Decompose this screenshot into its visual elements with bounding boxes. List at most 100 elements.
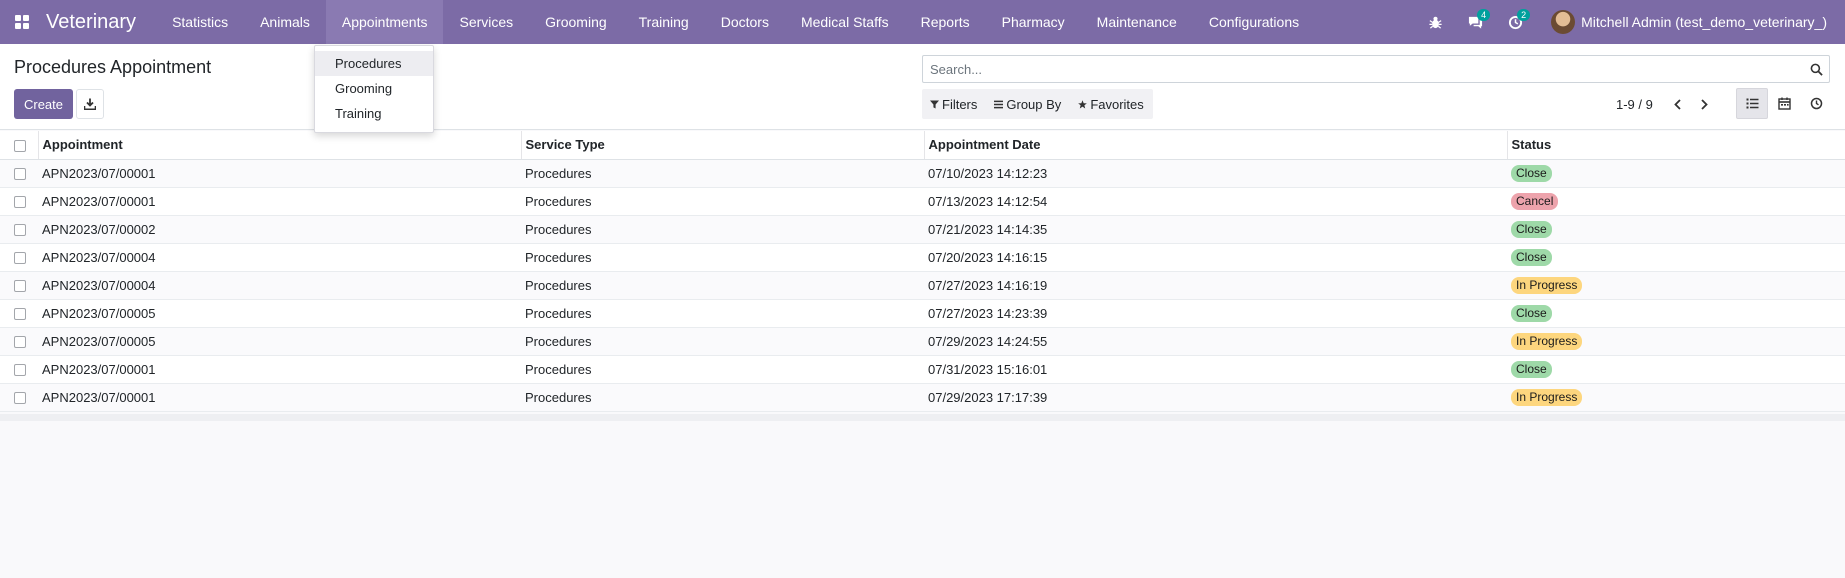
bars-icon: [994, 100, 1004, 108]
cell-appointment: APN2023/07/00004: [38, 271, 521, 300]
cell-status: Cancel: [1507, 187, 1845, 216]
bug-icon[interactable]: [1415, 0, 1455, 44]
row-select-cell: [0, 159, 38, 188]
row-checkbox[interactable]: [14, 392, 26, 405]
dropdown-item-grooming[interactable]: Grooming: [315, 76, 433, 101]
search-icon[interactable]: [1803, 56, 1829, 82]
row-checkbox[interactable]: [14, 364, 26, 377]
list-view-button[interactable]: [1736, 88, 1768, 119]
cell-appointment: APN2023/07/00001: [38, 159, 521, 188]
row-checkbox[interactable]: [14, 168, 26, 181]
clock-icon: [1810, 97, 1822, 110]
activities-count-badge: 2: [1517, 9, 1531, 21]
table-row[interactable]: APN2023/07/00001 Procedures 07/29/2023 17:…: [0, 383, 1845, 412]
systray: 4 2 Mitchell Admin (test_demo_veterinary…: [1415, 0, 1845, 44]
table-row[interactable]: APN2023/07/00005 Procedures 07/29/2023 14:…: [0, 327, 1845, 356]
row-select-cell: [0, 243, 38, 272]
cell-service-type: Procedures: [521, 355, 924, 384]
menu-item-maintenance[interactable]: Maintenance: [1081, 0, 1193, 44]
table-header-row: Appointment Service Type Appointment Dat…: [0, 131, 1845, 160]
menu-item-training[interactable]: Training: [623, 0, 705, 44]
menu-item-statistics[interactable]: Statistics: [156, 0, 244, 44]
menu-item-appointments[interactable]: Appointments: [325, 0, 444, 44]
cell-appointment: APN2023/07/00005: [38, 327, 521, 356]
create-button[interactable]: Create: [14, 89, 73, 119]
row-select-cell: [0, 383, 38, 412]
cell-service-type: Procedures: [521, 187, 924, 216]
status-badge: Close: [1511, 360, 1552, 378]
dropdown-item-training[interactable]: Training: [315, 101, 433, 126]
cell-status: In Progress: [1507, 327, 1845, 356]
cell-appointment-date: 07/27/2023 14:23:39: [924, 299, 1507, 328]
status-badge: Close: [1511, 164, 1552, 182]
star-icon: [1078, 99, 1088, 108]
select-all-checkbox[interactable]: [14, 139, 26, 152]
table-row[interactable]: APN2023/07/00004 Procedures 07/27/2023 14:…: [0, 271, 1845, 300]
calendar-icon: [1777, 97, 1791, 110]
cell-appointment-date: 07/31/2023 15:16:01: [924, 355, 1507, 384]
table-row[interactable]: APN2023/07/00002 Procedures 07/21/2023 14:…: [0, 215, 1845, 244]
search-input[interactable]: [923, 61, 1803, 77]
row-select-cell: [0, 187, 38, 216]
cell-appointment: APN2023/07/00001: [38, 355, 521, 384]
menu-item-grooming[interactable]: Grooming: [529, 0, 622, 44]
filter-icon: [930, 99, 939, 109]
table-row[interactable]: APN2023/07/00001 Procedures 07/13/2023 14:…: [0, 187, 1845, 216]
top-navbar: Veterinary Statistics Animals Appointments…: [0, 0, 1845, 44]
table-row[interactable]: APN2023/07/00001 Procedures 07/31/2023 15:…: [0, 355, 1845, 384]
user-menu[interactable]: Mitchell Admin (test_demo_veterinary_): [1551, 10, 1827, 34]
column-header-status[interactable]: Status: [1506, 131, 1845, 160]
filters-label: Filters: [942, 96, 978, 112]
chevron-right-icon[interactable]: [1694, 94, 1714, 114]
row-checkbox[interactable]: [14, 224, 26, 237]
activity-view-button[interactable]: [1800, 88, 1832, 119]
menu-item-services[interactable]: Services: [443, 0, 529, 44]
cell-appointment-date: 07/29/2023 14:24:55: [924, 327, 1507, 356]
chat-icon[interactable]: 4: [1455, 0, 1495, 44]
table-body: APN2023/07/00001 Procedures 07/10/2023 14:…: [0, 159, 1845, 412]
appointments-dropdown: Procedures Grooming Training: [314, 45, 434, 133]
clock-icon[interactable]: 2: [1495, 0, 1535, 44]
menu-item-configurations[interactable]: Configurations: [1193, 0, 1315, 44]
status-badge: Close: [1511, 304, 1552, 322]
menu-item-animals[interactable]: Animals: [244, 0, 326, 44]
cell-status: In Progress: [1507, 383, 1845, 412]
menu-item-doctors[interactable]: Doctors: [705, 0, 785, 44]
menu-item-medical-staffs[interactable]: Medical Staffs: [785, 0, 905, 44]
download-icon: [84, 98, 96, 110]
column-header-service-type[interactable]: Service Type: [520, 131, 924, 160]
cell-appointment-date: 07/20/2023 14:16:15: [924, 243, 1507, 272]
user-name: Mitchell Admin (test_demo_veterinary_): [1581, 14, 1827, 30]
status-badge: Close: [1511, 220, 1552, 238]
column-header-appointment[interactable]: Appointment: [37, 131, 521, 160]
row-checkbox[interactable]: [14, 196, 26, 209]
cell-service-type: Procedures: [521, 383, 924, 412]
column-header-appointment-date[interactable]: Appointment Date: [923, 131, 1507, 160]
chevron-left-icon[interactable]: [1667, 94, 1687, 114]
menu-item-reports[interactable]: Reports: [905, 0, 986, 44]
row-select-cell: [0, 271, 38, 300]
cell-appointment-date: 07/21/2023 14:14:35: [924, 215, 1507, 244]
table-row[interactable]: APN2023/07/00001 Procedures 07/10/2023 14:…: [0, 159, 1845, 188]
cell-appointment: APN2023/07/00004: [38, 243, 521, 272]
calendar-view-button[interactable]: [1768, 88, 1800, 119]
group-by-button[interactable]: Group By: [986, 89, 1070, 119]
app-brand[interactable]: Veterinary: [44, 11, 156, 34]
row-checkbox[interactable]: [14, 336, 26, 349]
apps-grid-icon[interactable]: [0, 0, 44, 44]
status-badge: In Progress: [1511, 388, 1583, 406]
row-checkbox[interactable]: [14, 308, 26, 321]
table-row[interactable]: APN2023/07/00004 Procedures 07/20/2023 14:…: [0, 243, 1845, 272]
row-checkbox[interactable]: [14, 280, 26, 293]
row-checkbox[interactable]: [14, 252, 26, 265]
cell-appointment: APN2023/07/00002: [38, 215, 521, 244]
pager-value[interactable]: 1-9 / 9: [1616, 97, 1653, 112]
dropdown-item-procedures[interactable]: Procedures: [315, 51, 433, 76]
cell-appointment: APN2023/07/00001: [38, 383, 521, 412]
favorites-button[interactable]: Favorites: [1070, 89, 1152, 119]
filters-button[interactable]: Filters: [922, 89, 986, 119]
download-button[interactable]: [76, 89, 104, 119]
menu-item-pharmacy[interactable]: Pharmacy: [986, 0, 1081, 44]
search-box: [922, 55, 1830, 83]
table-row[interactable]: APN2023/07/00005 Procedures 07/27/2023 14:…: [0, 299, 1845, 328]
